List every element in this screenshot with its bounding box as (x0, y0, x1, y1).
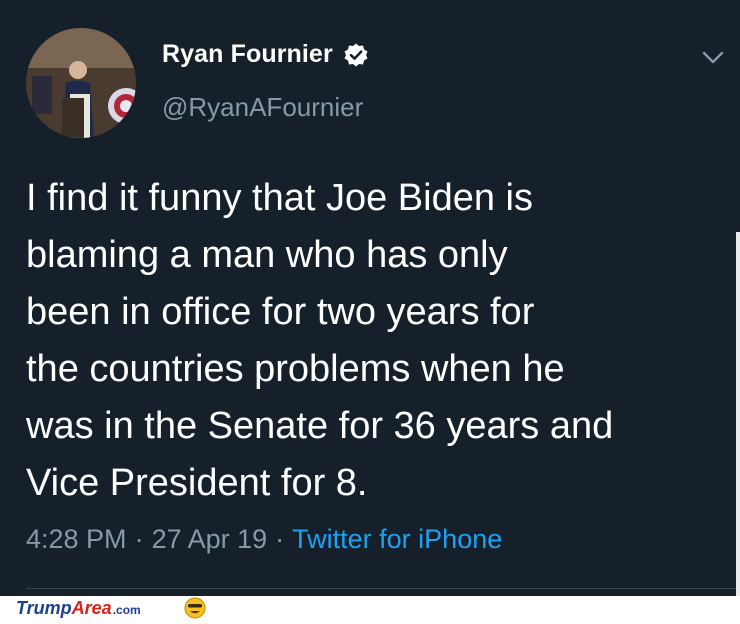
chevron-down-icon[interactable] (700, 44, 726, 70)
meta-separator: · (134, 524, 144, 554)
watermark-footer: Trump Area .com (0, 596, 740, 621)
author-row: Ryan Fournier (162, 40, 369, 69)
logo-part-trump: Trump (16, 598, 72, 618)
smiley-emoji-icon (184, 597, 206, 619)
tweet-metadata: 4:28 PM · 27 Apr 19 · Twitter for iPhone (26, 524, 502, 555)
watermark-logo: Trump Area .com (16, 598, 141, 619)
logo-part-com: .com (112, 603, 141, 617)
logo-part-area: Area (71, 598, 112, 618)
tweet-source-link[interactable]: Twitter for iPhone (292, 524, 502, 555)
verified-badge-icon (343, 42, 369, 68)
tweet-card: Ryan Fournier @RyanAFournier I find it f… (0, 0, 740, 596)
divider (26, 588, 740, 589)
tweet-time[interactable]: 4:28 PM (26, 524, 127, 555)
avatar[interactable] (26, 28, 136, 138)
meta-separator: · (275, 524, 285, 554)
avatar-photo (26, 28, 136, 138)
scroll-edge (736, 232, 740, 596)
author-name[interactable]: Ryan Fournier (162, 40, 333, 69)
tweet-text: I find it funny that Joe Biden is blamin… (26, 177, 614, 504)
author-handle[interactable]: @RyanAFournier (162, 92, 363, 123)
tweet-date[interactable]: 27 Apr 19 (152, 524, 268, 555)
